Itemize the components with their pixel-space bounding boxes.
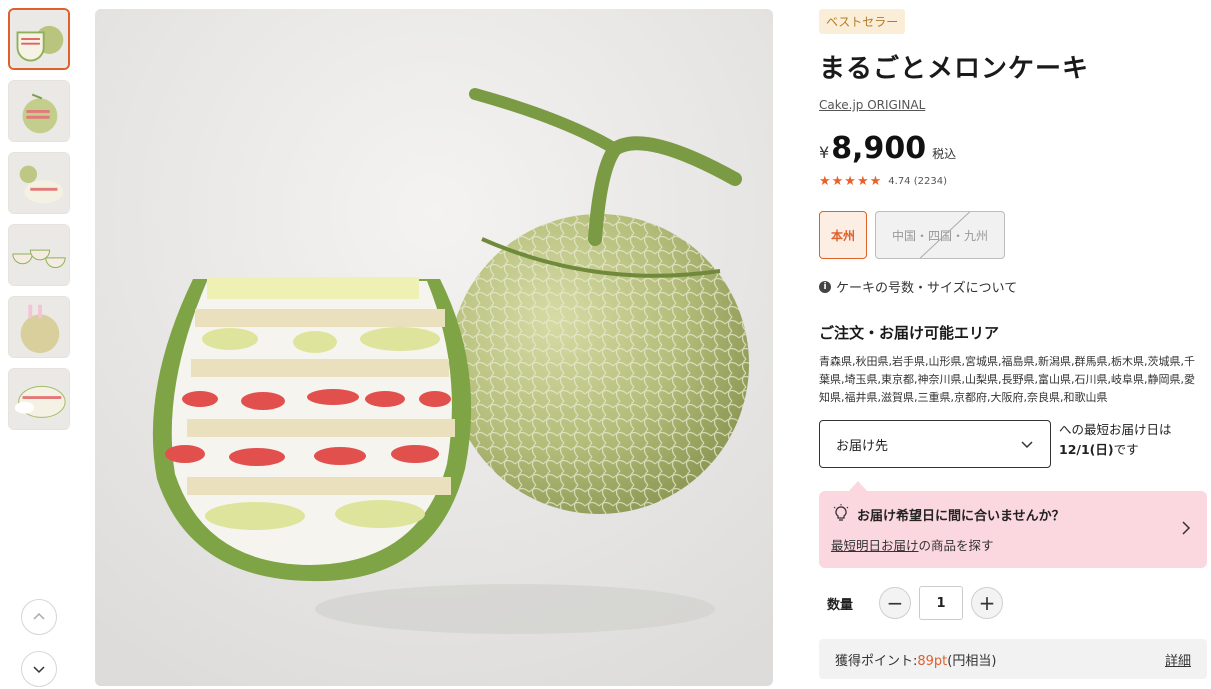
quantity-row: 数量 − 1 + <box>819 586 1207 620</box>
scroll-up-button[interactable] <box>21 599 57 635</box>
earliest-delivery-note: への最短お届け日は 12/1(日)です <box>1059 420 1172 460</box>
size-info-label: ケーキの号数・サイズについて <box>836 281 1018 296</box>
bestseller-badge: ベストセラー <box>819 9 906 34</box>
chevron-up-icon <box>33 612 45 620</box>
alert-title: お届け希望日に間に合いませんか？ <box>831 504 1195 524</box>
disabled-slash-icon <box>919 212 970 258</box>
thumbnail-3[interactable] <box>8 152 70 214</box>
delivery-destination-select[interactable]: お届け先 <box>819 420 1051 468</box>
quantity-input[interactable]: 1 <box>919 586 963 620</box>
product-info-panel: ベストセラー まるごとメロンケーキ Cake.jp ORIGINAL ¥ 8,9… <box>819 9 1207 679</box>
earliest-delivery-suffix: です <box>1113 442 1139 457</box>
points-value: 89pt <box>917 653 948 669</box>
region-honshu-button[interactable]: 本州 <box>819 211 867 259</box>
info-icon: i <box>819 280 831 293</box>
points-suffix: (円相当) <box>947 653 997 669</box>
thumbnail-4[interactable] <box>8 224 70 286</box>
delivery-area-title: ご注文・お届け可能エリア <box>819 324 1000 342</box>
quantity-minus-button[interactable]: − <box>879 587 911 619</box>
thumbnail-list <box>8 8 70 440</box>
region-chugoku-shikoku-kyushu-button[interactable]: 中国・四国・九州 <box>875 211 1005 259</box>
thumbnail-6[interactable] <box>8 368 70 430</box>
delivery-select-label: お届け先 <box>836 438 889 454</box>
alert-link[interactable]: 最短明日お届けの商品を探す <box>831 535 1195 554</box>
chevron-down-icon <box>1021 441 1033 449</box>
thumbnail-1[interactable] <box>8 8 70 70</box>
thumbnail-2[interactable] <box>8 80 70 142</box>
delivery-alert-banner[interactable]: お届け希望日に間に合いませんか？ 最短明日お届けの商品を探す <box>819 481 1207 568</box>
price: 8,900 <box>831 131 927 166</box>
alert-link-suffix: の商品を探す <box>918 538 994 553</box>
points-label: 獲得ポイント: <box>835 653 918 669</box>
lightbulb-icon <box>833 504 849 521</box>
chevron-down-icon <box>33 666 45 674</box>
price-row: ¥ 8,900 税込 <box>819 131 1207 166</box>
currency-symbol: ¥ <box>819 143 830 162</box>
points-bar: 獲得ポイント:89pt(円相当) 詳細 <box>819 639 1207 679</box>
scroll-down-button[interactable] <box>21 651 57 687</box>
delivery-row: お届け先 への最短お届け日は 12/1(日)です <box>819 420 1207 468</box>
delivery-area-list: 青森県,秋田県,岩手県,山形県,宮城県,福島県,新潟県,群馬県,栃木県,茨城県,… <box>819 355 1195 404</box>
product-title: まるごとメロンケーキ <box>819 54 1090 84</box>
rating-text: 4.74 (2234) <box>888 176 947 187</box>
earliest-delivery-date: 12/1(日) <box>1059 442 1114 457</box>
quantity-label: 数量 <box>827 597 854 613</box>
main-product-image <box>95 9 773 686</box>
brand-link[interactable]: Cake.jp ORIGINAL <box>819 98 925 112</box>
region-selector: 本州 中国・四国・九州 <box>819 211 1207 259</box>
chevron-right-icon <box>1182 521 1191 535</box>
alert-title-text: お届け希望日に間に合いませんか？ <box>857 508 1065 524</box>
tax-label: 税込 <box>932 147 957 161</box>
rating[interactable]: ★★★★★ 4.74 (2234) <box>819 174 1207 189</box>
earliest-delivery-line1: への最短お届け日は <box>1059 422 1172 437</box>
size-info-link[interactable]: i ケーキの号数・サイズについて <box>819 277 1207 296</box>
star-rating-icon: ★★★★★ <box>819 174 883 189</box>
points-detail-link[interactable]: 詳細 <box>1165 650 1191 669</box>
alert-link-text[interactable]: 最短明日お届け <box>831 538 919 553</box>
quantity-plus-button[interactable]: + <box>971 587 1003 619</box>
points-info: 獲得ポイント:89pt(円相当) <box>835 650 996 669</box>
thumbnail-5[interactable] <box>8 296 70 358</box>
